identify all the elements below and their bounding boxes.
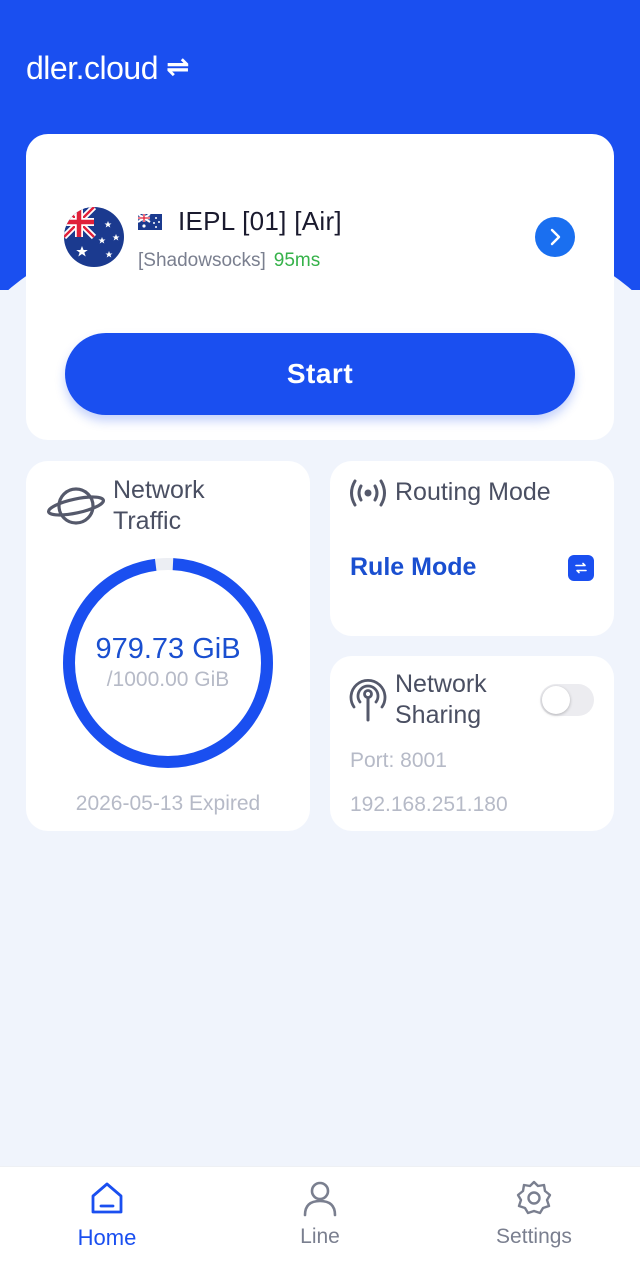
tab-settings[interactable]: Settings xyxy=(469,1179,599,1269)
home-icon xyxy=(91,1182,123,1214)
australia-mini-flag-icon xyxy=(137,212,162,230)
sharing-ip: 192.168.251.180 xyxy=(350,793,508,816)
traffic-title-text: Network Traffic xyxy=(113,476,205,535)
tab-settings-label: Settings xyxy=(496,1225,572,1248)
server-name-row: IEPL [01] [Air] xyxy=(137,206,342,237)
tab-home[interactable]: Home xyxy=(42,1179,172,1269)
tab-line-label: Line xyxy=(300,1225,340,1248)
traffic-card[interactable]: Network Traffic 979.73 GiB /1000.00 GiB … xyxy=(26,461,310,831)
traffic-title: Network Traffic xyxy=(113,475,243,537)
tab-home-label: Home xyxy=(77,1225,137,1250)
brand-name: dler.cloud xyxy=(26,50,158,86)
gear-icon xyxy=(516,1180,552,1215)
sharing-title-text: Network Sharing xyxy=(395,670,487,729)
traffic-used: 979.73 GiB xyxy=(95,633,241,665)
server-latency: 95ms xyxy=(273,250,321,271)
start-button[interactable]: Start xyxy=(65,333,575,415)
antenna-icon xyxy=(349,678,387,722)
server-meta: [Shadowsocks] 95ms xyxy=(138,250,320,272)
app-root: dler.cloud ⇌ IEPL [01] [Air] [Shadowsock… xyxy=(0,0,640,1280)
routing-mode-value[interactable]: Rule Mode xyxy=(350,553,476,582)
brand-switcher[interactable]: dler.cloud ⇌ xyxy=(26,50,189,87)
sharing-port: Port: 8001 xyxy=(350,749,447,772)
routing-card[interactable]: Routing Mode Rule Mode xyxy=(330,461,614,636)
sharing-toggle[interactable] xyxy=(540,684,594,716)
sharing-card: Network Sharing Port: 8001 192.168.251.1… xyxy=(330,656,614,831)
australia-flag-icon xyxy=(64,207,124,267)
swap-icon[interactable] xyxy=(568,555,594,581)
traffic-total: /1000.00 GiB xyxy=(106,668,230,691)
broadcast-icon xyxy=(350,479,386,507)
routing-title: Routing Mode xyxy=(395,478,551,506)
server-name: IEPL [01] [Air] xyxy=(178,206,342,236)
server-protocol: [Shadowsocks] xyxy=(138,250,266,271)
traffic-expiry: 2026-05-13 Expired xyxy=(75,792,261,815)
chevron-right-icon[interactable] xyxy=(535,217,575,257)
user-icon xyxy=(303,1181,337,1217)
swap-arrows-icon[interactable]: ⇌ xyxy=(166,50,189,83)
sharing-title: Network Sharing xyxy=(395,669,525,731)
planet-icon xyxy=(46,487,106,525)
sharing-toggle-knob xyxy=(542,686,570,714)
tab-line[interactable]: Line xyxy=(255,1179,385,1269)
server-card[interactable]: IEPL [01] [Air] [Shadowsocks] 95ms Start xyxy=(26,134,614,440)
bottom-tab-bar: Home Line Settings xyxy=(0,1166,640,1280)
